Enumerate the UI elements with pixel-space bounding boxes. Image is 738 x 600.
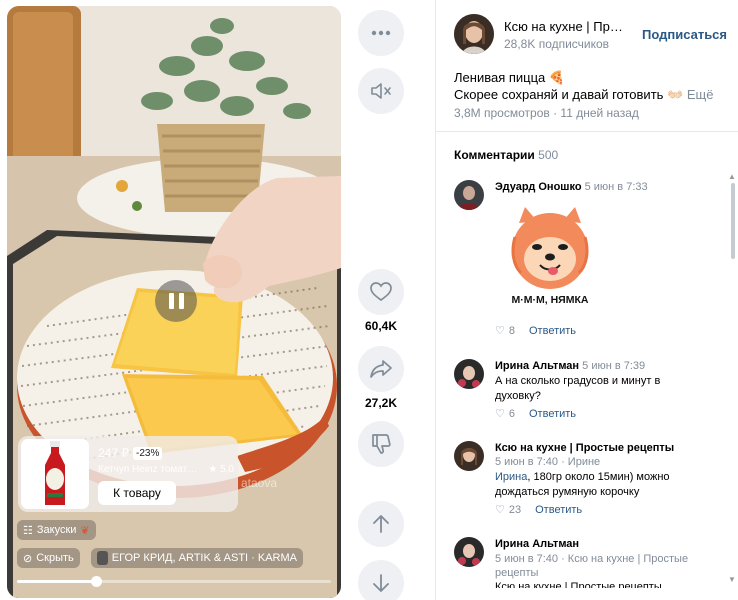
comment-author-name[interactable]: Ирина Альтман [495,360,579,372]
product-rating: ★ 5,0 [208,464,234,475]
list-icon: ☷ [23,524,33,537]
comment-text: Ирина, 180гр около 15мин) можно дождатьс… [495,470,695,500]
thumbs-down-icon [372,434,391,454]
product-card[interactable]: 247 ₽ -23% Кетчуп Heinz томат… ★ 5,0 К т… [18,436,238,512]
comment-author-name[interactable]: Эдуард Оношко [495,181,582,193]
reply-button[interactable]: Ответить [529,325,576,337]
vk-clip-viewer: ataova 247 ₽ -23% Кетчуп Heinz томат… ★ … [0,0,738,600]
comment-author: Ирина Альтман 5 июн в 7:39 [495,360,645,372]
comment-date: 5 июн в 7:40 [495,553,559,565]
comment-text: Ксю на кухне | Простые рецепты [495,581,662,588]
heart-icon[interactable]: ♡ [495,503,505,516]
hide-button[interactable]: ⊘ Скрыть [17,548,80,568]
post-description: Ленивая пицца 🍕 Скорее сохраняй и давай … [454,69,713,103]
comment-likes: 6 [508,407,515,420]
views-count: 3,8M просмотров [454,106,550,120]
author-avatar[interactable] [454,14,494,54]
arrow-up-icon [373,515,389,533]
progress-bar[interactable] [17,576,331,587]
post-text: Скорее сохраняй и давай готовить [454,87,668,102]
comment-author[interactable]: Ксю на кухне | Простые рецепты [495,442,674,454]
prev-clip-button[interactable] [358,501,404,547]
heart-icon[interactable]: ♡ [495,407,505,420]
comments-header: Комментарии 500 [454,148,558,162]
comment-author: Эдуард Оношко 5 июн в 7:33 [495,181,648,193]
subscribers-count: 28,8K подписчиков [504,37,610,51]
comment-avatar[interactable] [454,537,484,567]
product-name-row: Кетчуп Heinz томат… ★ 5,0 [98,464,234,475]
star-icon: ★ [208,464,221,475]
scroll-up-icon[interactable]: ▲ [728,172,736,181]
comment-meta: 5 июн в 7:40 · Ирине [495,456,601,468]
comment-actions: ♡ 8 Ответить [495,324,576,338]
hide-icon: ⊘ [23,552,33,565]
music-title: ЕГОР КРИД, ARTIK & ASTI · KARMA [111,552,297,564]
progress-fill [17,580,96,583]
heart-icon[interactable]: ♡ [495,324,505,337]
post-age: 11 дней назад [560,106,639,120]
shares-count: 27,2K [364,396,398,410]
info-panel: Ксю на кухне | Про… 28,8K подписчиков По… [435,0,738,600]
likes-count: 60,4K [364,319,398,333]
rating-value: 5,0 [220,464,234,475]
music-chip[interactable]: ЕГОР КРИД, ARTIK & ASTI · KARMA [91,548,303,568]
mute-button[interactable] [358,68,404,114]
progress-knob[interactable] [90,576,102,587]
comment-date: 5 июн в 7:40 [495,456,559,468]
sticker-caption: М·М·М, НЯМКА [512,294,589,306]
more-icon [371,30,391,36]
comments-title: Комментарии [454,148,535,162]
product-name: Кетчуп Heinz томат… [98,464,198,475]
author-name[interactable]: Ксю на кухне | Про… [504,19,626,34]
share-arrow-icon [370,360,392,378]
comment-avatar[interactable] [454,359,484,389]
comment-date: 5 июн в 7:39 [582,360,646,372]
scroll-down-icon[interactable]: ▼ [728,575,736,584]
reply-to[interactable]: Ирине [568,456,600,468]
discount-badge: -23% [133,446,163,460]
mention-link[interactable]: Ирина [495,471,527,483]
speaker-muted-icon [371,83,391,99]
comments-count: 500 [538,148,559,162]
divider [436,131,738,132]
comment-avatar[interactable] [454,180,484,210]
comment-date: 5 июн в 7:33 [584,181,648,193]
pepper-icon: ❦ [80,524,90,537]
hands-emoji: 👐🏻 [667,87,687,102]
reply-button[interactable]: Ответить [529,408,576,420]
share-button[interactable] [358,346,404,392]
pause-button[interactable] [155,280,197,322]
comment-likes: 23 [508,503,522,516]
to-product-button[interactable]: К товару [98,481,176,505]
product-price-row: 247 ₽ -23% [98,446,163,460]
subscribe-button[interactable]: Подписаться [642,27,727,42]
music-cover [97,551,108,565]
product-price: 247 ₽ [98,446,129,460]
comment-likes: 8 [508,324,515,337]
dislike-button[interactable] [358,421,404,467]
video-player[interactable]: ataova 247 ₽ -23% Кетчуп Heinz томат… ★ … [7,6,341,598]
watermark: ataova [241,476,278,490]
category-label: Закуски [36,524,77,536]
sticker-image: М·М·М, НЯМКА [512,207,589,306]
comment-actions: ♡ 23 Ответить [495,503,582,517]
product-image [21,439,89,509]
heart-icon [370,282,392,302]
scrollbar-thumb[interactable] [731,183,735,259]
post-meta: 3,8M просмотров · 11 дней назад [454,106,639,120]
category-chip[interactable]: ☷ Закуски ❦ [17,520,96,540]
comment-avatar[interactable] [454,441,484,471]
comment-author[interactable]: Ирина Альтман [495,538,579,550]
comment-actions: ♡ 6 Ответить [495,407,576,421]
reply-button[interactable]: Ответить [535,504,582,516]
post-title: Ленивая пицца 🍕 [454,70,566,85]
comment-meta: 5 июн в 7:40 · Ксю на кухне | Простые ре… [495,553,689,579]
comment-text: А на сколько градусов и минут в духовку? [495,375,661,402]
show-more-link[interactable]: Ещё [687,87,714,102]
more-button[interactable] [358,10,404,56]
like-button[interactable] [358,269,404,315]
arrow-down-icon [373,574,389,592]
hide-label: Скрыть [36,552,74,564]
next-clip-button[interactable] [358,560,404,600]
